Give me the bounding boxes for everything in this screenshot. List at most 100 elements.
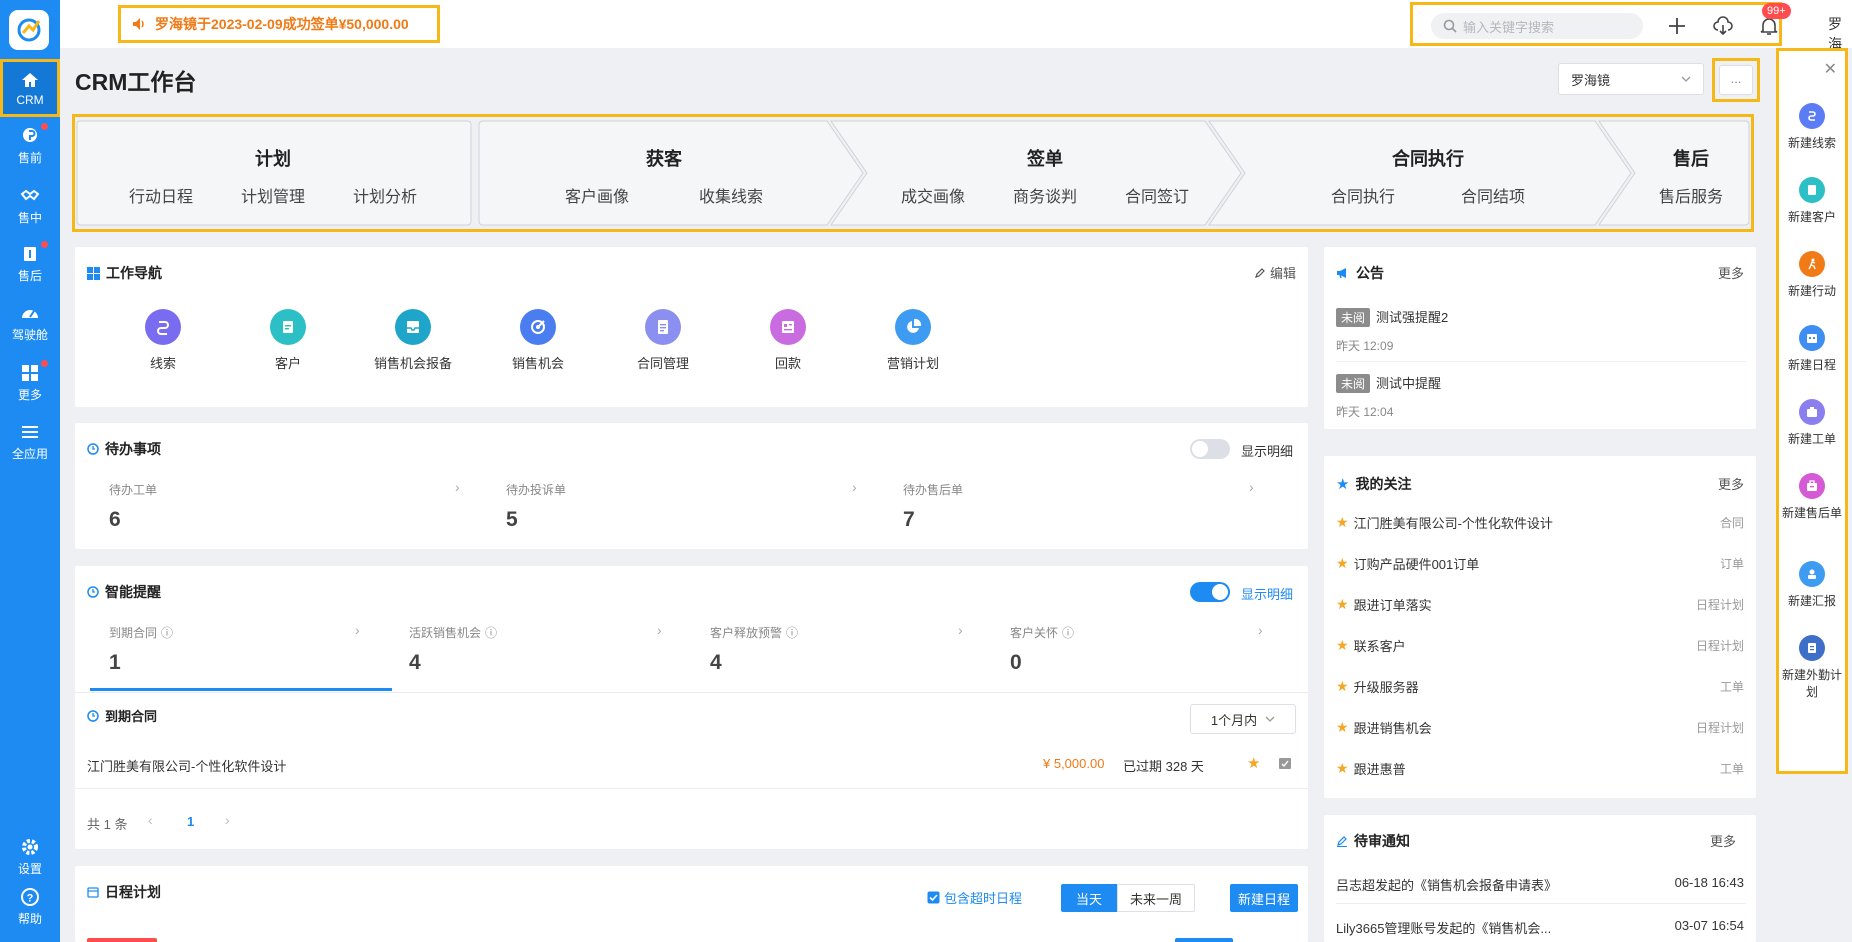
chevron-right-icon[interactable]: › <box>355 622 360 638</box>
follow-item[interactable]: ★ 跟进惠普 工单 <box>1336 758 1744 778</box>
chevron-right-icon[interactable]: › <box>1249 479 1254 495</box>
sidebar-item-insale[interactable]: 售中 <box>0 177 60 235</box>
question-icon[interactable]: ⓘ <box>1062 624 1074 641</box>
quick-new-report[interactable]: 新建汇报 <box>1779 561 1845 609</box>
todo-workorder[interactable]: 待办工单 6 <box>109 481 157 532</box>
chevron-right-icon[interactable]: › <box>852 479 857 495</box>
follow-item[interactable]: ★ 订购产品硬件001订单 订单 <box>1336 553 1744 573</box>
app-logo[interactable] <box>9 10 49 50</box>
process-band: 计划 行动日程 计划管理 计划分析 获客 客户画像 收集线索 签单 成交画像 商… <box>72 114 1754 232</box>
next-page-icon[interactable]: › <box>225 812 230 828</box>
download-button[interactable] <box>1711 14 1735 38</box>
question-icon[interactable]: ⓘ <box>786 624 798 641</box>
todo-complaint[interactable]: 待办投诉单 5 <box>506 481 566 532</box>
range-select[interactable]: 1个月内 <box>1190 704 1296 734</box>
sidebar-item-cockpit[interactable]: 驾驶舱 <box>0 294 60 352</box>
stage-link[interactable]: 客户画像 <box>565 183 629 207</box>
follow-name: 跟进销售机会 <box>1353 720 1432 736</box>
sidebar-item-crm[interactable]: CRM <box>0 59 60 117</box>
follow-item[interactable]: ★ 江门胜美有限公司-个性化软件设计 合同 <box>1336 512 1744 532</box>
star-icon[interactable]: ★ <box>1247 754 1260 772</box>
question-icon[interactable]: ⓘ <box>161 624 173 641</box>
cloud-download-icon <box>1713 16 1733 36</box>
sidebar-item-help[interactable]: ? 帮助 <box>0 878 60 936</box>
logo-icon <box>17 18 41 42</box>
sidebar-item-aftersale[interactable]: 售后 <box>0 235 60 293</box>
card-title: 工作导航 <box>87 263 162 283</box>
notification-dot <box>41 123 48 130</box>
app-opportunity[interactable]: 销售机会 <box>478 309 598 372</box>
stage-link[interactable]: 合同执行 <box>1331 183 1395 207</box>
stat-expiring-contract[interactable]: 到期合同 ⓘ 1 <box>109 624 173 675</box>
stage-link[interactable]: 商务谈判 <box>1013 183 1077 207</box>
notice-item[interactable]: 未阅 测试强提醒2 昨天 12:09 <box>1336 307 1746 354</box>
stat-customer-care[interactable]: 客户关怀 ⓘ 0 <box>1010 624 1074 675</box>
sidebar-item-all-apps[interactable]: 全应用 <box>0 413 60 471</box>
follow-item[interactable]: ★ 升级服务器 工单 <box>1336 676 1744 696</box>
sidebar-item-presale[interactable]: 售前 <box>0 117 60 175</box>
tab-today[interactable]: 当天 <box>1061 884 1117 912</box>
quick-new-workorder[interactable]: 新建工单 <box>1779 399 1845 447</box>
stage-link[interactable]: 售后服务 <box>1659 183 1723 207</box>
current-page[interactable]: 1 <box>187 814 194 829</box>
quick-new-customer[interactable]: 新建客户 <box>1779 177 1845 225</box>
app-label: 销售机会报备 <box>373 356 452 371</box>
more-link[interactable]: 更多 <box>1710 831 1736 850</box>
smart-reminder-card: 智能提醒 显示明细 到期合同 ⓘ 1 › 活跃销售机会 ⓘ 4 › 客户释放预警 ⓘ … <box>75 566 1308 849</box>
contract-name[interactable]: 江门胜美有限公司-个性化软件设计 <box>87 756 286 775</box>
question-icon[interactable]: ⓘ <box>485 624 497 641</box>
app-payment[interactable]: 回款 <box>728 309 848 372</box>
add-button[interactable] <box>1665 14 1689 38</box>
tab-next-week[interactable]: 未来一周 <box>1117 884 1195 912</box>
more-button[interactable]: ... <box>1712 58 1760 102</box>
divider <box>1336 361 1746 362</box>
app-customer[interactable]: 客户 <box>228 309 348 372</box>
search-input[interactable]: 输入关键字搜索 <box>1431 13 1643 39</box>
edit-button[interactable]: 编辑 <box>1254 263 1296 282</box>
aftersale-icon <box>24 247 36 261</box>
todo-aftersale[interactable]: 待办售后单 7 <box>903 481 963 532</box>
prev-page-icon[interactable]: ‹ <box>148 812 153 828</box>
app-marketing-plan[interactable]: 营销计划 <box>853 309 973 372</box>
approval-text[interactable]: 吕志超发起的《销售机会报备申请表》 <box>1336 875 1557 894</box>
quick-new-schedule[interactable]: 新建日程 <box>1779 325 1845 373</box>
chevron-right-icon[interactable]: › <box>1258 622 1263 638</box>
chevron-right-icon[interactable]: › <box>657 622 662 638</box>
sidebar-item-more[interactable]: 更多 <box>0 354 60 412</box>
show-detail-toggle[interactable] <box>1190 582 1230 602</box>
quick-new-field-plan[interactable]: 新建外勤计划 <box>1779 635 1845 700</box>
quick-new-aftersale[interactable]: 新建售后单 <box>1779 473 1845 521</box>
stat-active-opportunity[interactable]: 活跃销售机会 ⓘ 4 <box>409 624 497 675</box>
follow-item[interactable]: ★ 跟进销售机会 日程计划 <box>1336 717 1744 737</box>
chevron-right-icon[interactable]: › <box>958 622 963 638</box>
quick-new-clue[interactable]: 新建线索 <box>1779 103 1845 151</box>
stage-link[interactable]: 收集线索 <box>699 183 763 207</box>
app-clue[interactable]: 线索 <box>103 309 223 372</box>
show-detail-toggle[interactable] <box>1190 439 1230 459</box>
announcement-banner[interactable]: 罗海镜于2023-02-09成功签单¥50,000.00 <box>118 5 440 43</box>
follow-item[interactable]: ★ 跟进订单落实 日程计划 <box>1336 594 1744 614</box>
stat-release-warning[interactable]: 客户释放预警 ⓘ 4 <box>710 624 798 675</box>
stage-link[interactable]: 成交画像 <box>901 183 965 207</box>
new-schedule-button[interactable]: 新建日程 <box>1230 884 1298 912</box>
stage-link[interactable]: 合同结项 <box>1461 183 1525 207</box>
calendar-check-icon[interactable] <box>1278 756 1292 773</box>
include-overdue-checkbox[interactable]: 包含超时日程 <box>927 888 1022 907</box>
more-link[interactable]: 更多 <box>1718 263 1744 282</box>
stage-link[interactable]: 计划分析 <box>353 183 417 207</box>
approval-text[interactable]: Lily3665管理账号发起的《销售机会... <box>1336 918 1551 937</box>
stage-acquire: 获客 客户画像 收集线索 <box>479 117 849 229</box>
card-title-text: 公告 <box>1356 265 1384 281</box>
user-select[interactable]: 罗海镜 <box>1558 63 1704 95</box>
app-opportunity-report[interactable]: 销售机会报备 <box>353 309 473 372</box>
chevron-right-icon[interactable]: › <box>455 479 460 495</box>
close-icon[interactable]: ✕ <box>1824 59 1837 79</box>
more-link[interactable]: 更多 <box>1718 474 1744 493</box>
app-contract[interactable]: 合同管理 <box>603 309 723 372</box>
follow-item[interactable]: ★ 联系客户 日程计划 <box>1336 635 1744 655</box>
stage-link[interactable]: 计划管理 <box>241 183 305 207</box>
stage-link[interactable]: 行动日程 <box>129 183 193 207</box>
notice-item[interactable]: 未阅 测试中提醒 昨天 12:04 <box>1336 373 1746 420</box>
stage-link[interactable]: 合同签订 <box>1125 183 1189 207</box>
quick-new-action[interactable]: 新建行动 <box>1779 251 1845 299</box>
